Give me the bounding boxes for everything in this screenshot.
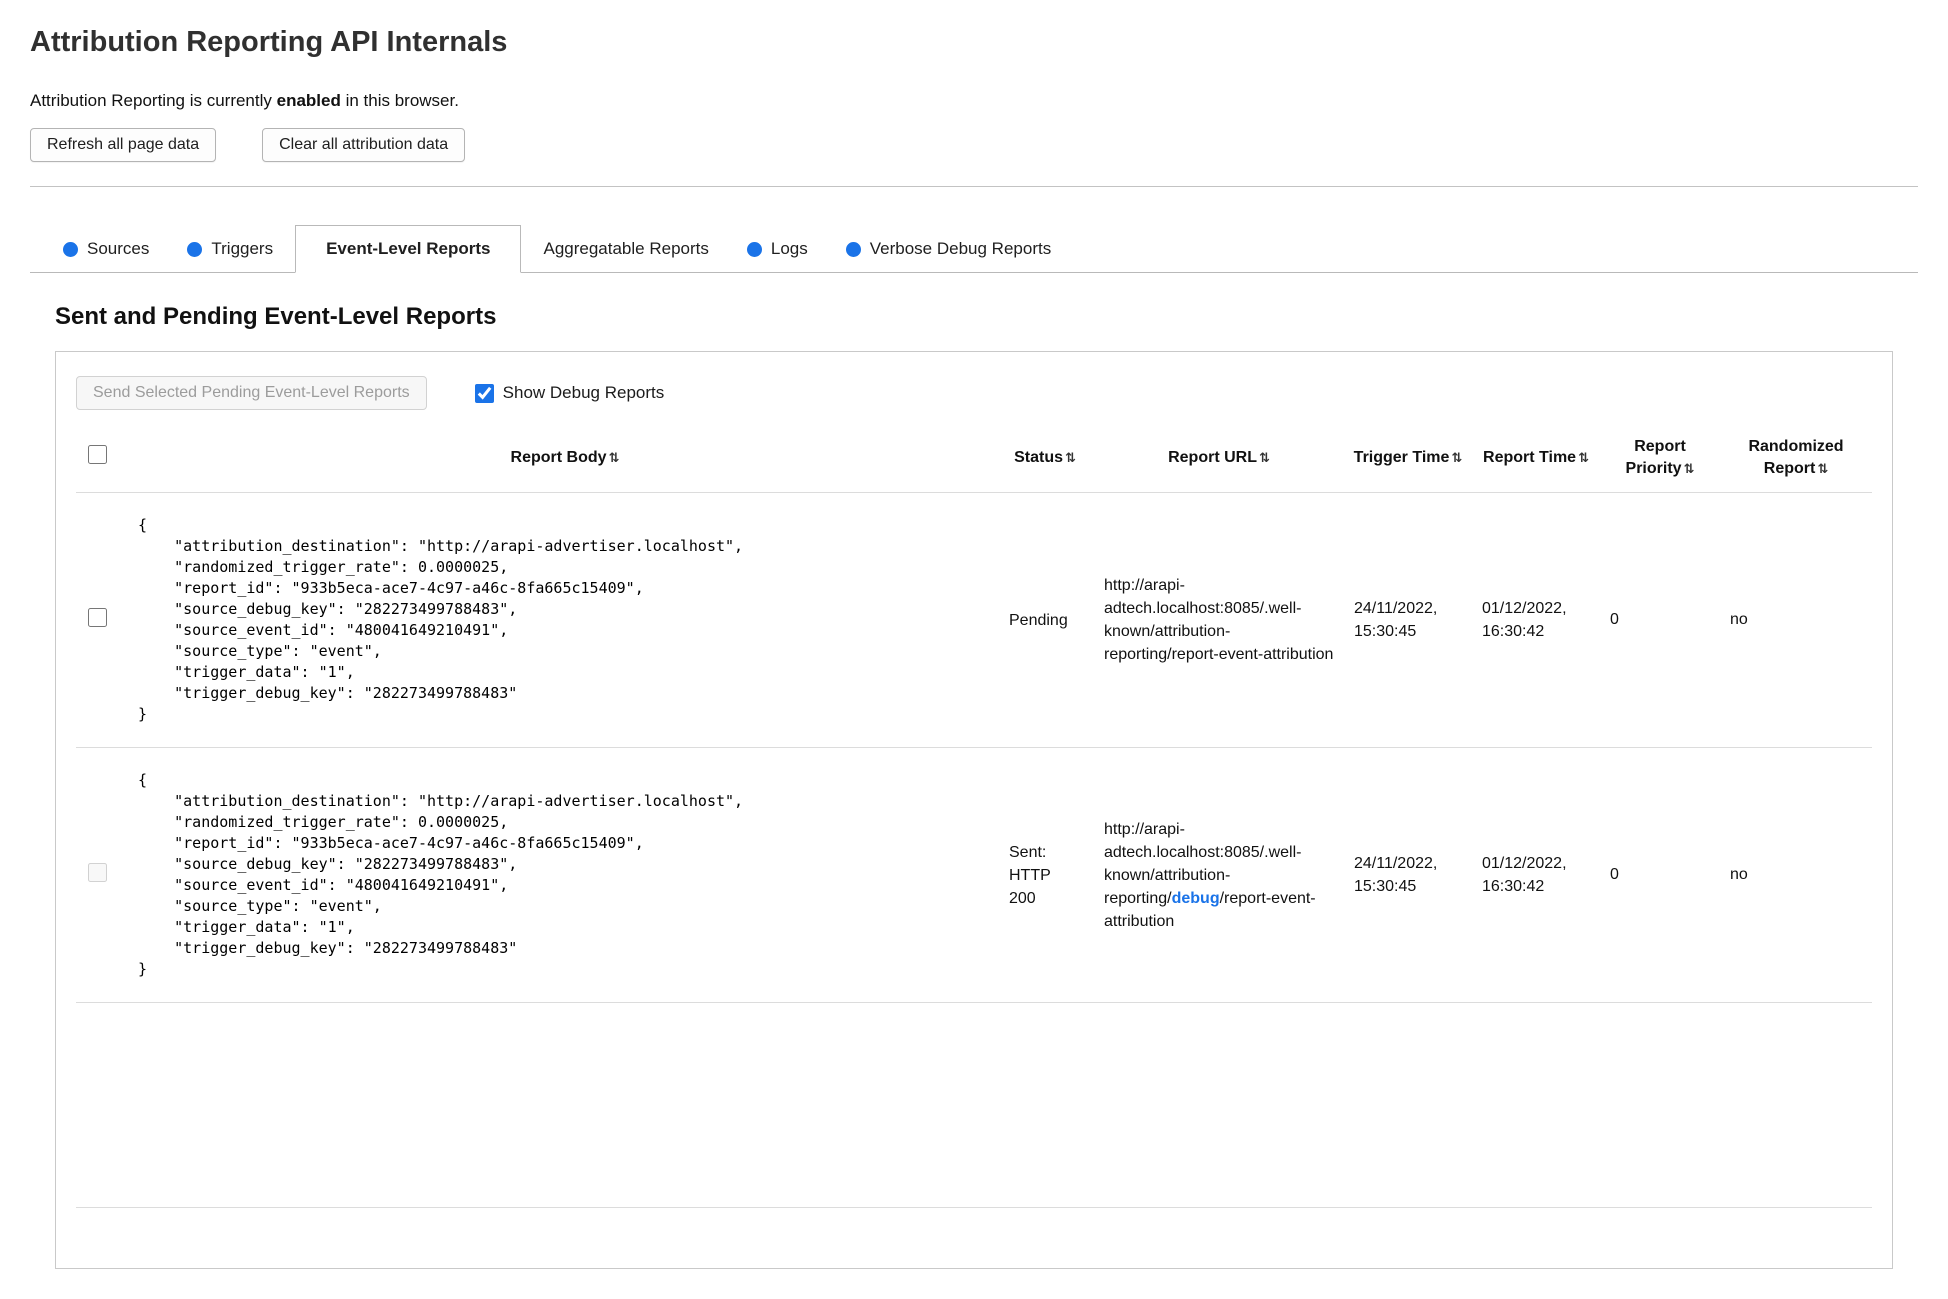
report-body-cell: { "attribution_destination": "http://ara…	[134, 493, 996, 748]
show-debug-reports-label: Show Debug Reports	[502, 383, 665, 402]
select-all-checkbox[interactable]	[88, 445, 107, 464]
event-level-reports-table: Report Body ⇅ Status ⇅ Report URL ⇅ Trigger…	[76, 424, 1872, 1208]
tab-aggregatable-reports[interactable]: Aggregatable Reports	[527, 226, 724, 272]
report-body-json: { "attribution_destination": "http://ara…	[138, 771, 744, 978]
table-empty-space	[76, 1002, 1872, 1208]
tabstrip: Sources Triggers Event-Level Reports Agg…	[30, 225, 1918, 273]
show-debug-reports-checkbox[interactable]	[474, 383, 494, 403]
status-enabled-text: enabled	[276, 91, 341, 110]
report-row-sent: { "attribution_destination": "http://ara…	[76, 747, 1872, 1003]
column-header-label: Status	[1014, 449, 1063, 466]
column-header-report-priority[interactable]: Report Priority ⇅	[1600, 424, 1720, 493]
page-title: Attribution Reporting API Internals	[30, 26, 508, 58]
sort-icon: ⇅	[1683, 461, 1695, 476]
attribution-internals-page: Attribution Reporting API Internals Attr…	[0, 0, 1948, 1299]
status-line: Attribution Reporting is currently enabl…	[30, 91, 1918, 111]
report-time-cell: 01/12/2022, 16:30:42	[1482, 855, 1567, 895]
send-selected-pending-reports-button[interactable]: Send Selected Pending Event-Level Report…	[76, 376, 427, 410]
column-header-report-url[interactable]: Report URL ⇅	[1094, 424, 1344, 493]
sort-icon: ⇅	[608, 450, 620, 465]
row-select-checkbox[interactable]	[88, 863, 107, 882]
sort-icon: ⇅	[1817, 461, 1829, 476]
clear-all-attribution-data-button[interactable]: Clear all attribution data	[262, 128, 466, 162]
tab-label: Triggers	[211, 239, 274, 258]
status-prefix: Attribution Reporting is currently	[30, 91, 277, 110]
sort-icon: ⇅	[1451, 450, 1463, 465]
column-header-randomized-report[interactable]: Randomized Report ⇅	[1720, 424, 1872, 493]
tab-label: Event-Level Reports	[326, 239, 491, 258]
tab-label: Aggregatable Reports	[543, 239, 709, 258]
tab-label: Verbose Debug Reports	[869, 239, 1052, 258]
report-url-cell: http://arapi-adtech.localhost:8085/.well…	[1094, 493, 1344, 748]
select-all-header-cell	[76, 424, 134, 493]
tab-status-dot-icon	[746, 241, 762, 257]
report-time-cell: 01/12/2022, 16:30:42	[1482, 600, 1567, 640]
toolbar: Refresh all page data Clear all attribut…	[30, 128, 1918, 162]
tab-status-dot-icon	[63, 241, 78, 257]
show-debug-reports-toggle[interactable]: Show Debug Reports	[474, 383, 665, 403]
report-url-text: http://arapi-adtech.localhost:8085/.well…	[1104, 577, 1334, 663]
status-cell: Sent: HTTP 200	[1009, 843, 1051, 907]
report-row-pending: { "attribution_destination": "http://ara…	[76, 492, 1872, 748]
tab-status-dot-icon	[845, 241, 861, 257]
debug-url-segment: debug	[1171, 889, 1220, 907]
column-header-trigger-time[interactable]: Trigger Time ⇅	[1344, 424, 1472, 493]
panel-controls: Send Selected Pending Event-Level Report…	[76, 376, 1872, 410]
section-heading: Sent and Pending Event-Level Reports	[55, 303, 497, 330]
column-header-label: Report Time	[1483, 449, 1577, 466]
report-body-json: { "attribution_destination": "http://ara…	[138, 516, 744, 723]
row-select-cell	[76, 748, 134, 1003]
column-header-label: Report Priority	[1625, 438, 1686, 477]
tab-event-level-reports[interactable]: Event-Level Reports	[295, 225, 522, 273]
tab-triggers[interactable]: Triggers	[171, 226, 289, 272]
report-url-cell: http://arapi-adtech.localhost:8085/.well…	[1094, 748, 1344, 1003]
status-suffix: in this browser.	[340, 91, 459, 110]
table-empty-space-cell	[76, 1003, 1872, 1208]
tab-sources[interactable]: Sources	[47, 226, 165, 272]
column-header-report-body[interactable]: Report Body ⇅	[134, 424, 996, 493]
randomized-report-cell: no	[1730, 611, 1748, 628]
column-header-label: Randomized Report	[1748, 438, 1844, 477]
tab-content: Sent and Pending Event-Level Reports Sen…	[30, 303, 1918, 1269]
trigger-time-cell: 24/11/2022, 15:30:45	[1354, 600, 1438, 640]
trigger-time-cell: 24/11/2022, 15:30:45	[1354, 855, 1438, 895]
report-body-cell: { "attribution_destination": "http://ara…	[134, 748, 996, 1003]
divider	[30, 186, 1918, 187]
randomized-report-cell: no	[1730, 866, 1748, 883]
column-header-report-time[interactable]: Report Time ⇅	[1472, 424, 1600, 493]
report-priority-cell: 0	[1610, 611, 1619, 628]
column-header-label: Report Body	[510, 449, 607, 466]
tab-label: Logs	[770, 239, 808, 258]
tab-logs[interactable]: Logs	[731, 226, 824, 272]
tab-status-dot-icon	[187, 241, 203, 257]
reports-panel: Send Selected Pending Event-Level Report…	[55, 351, 1893, 1269]
tab-verbose-debug-reports[interactable]: Verbose Debug Reports	[830, 226, 1067, 272]
sort-icon: ⇅	[1065, 450, 1076, 465]
report-priority-cell: 0	[1610, 866, 1619, 883]
sort-icon: ⇅	[1258, 450, 1270, 465]
column-header-label: Trigger Time	[1353, 449, 1450, 466]
row-select-checkbox[interactable]	[88, 608, 107, 627]
sort-icon: ⇅	[1578, 450, 1589, 465]
refresh-all-page-data-button[interactable]: Refresh all page data	[30, 128, 217, 162]
column-header-label: Report URL	[1168, 449, 1257, 466]
column-header-status[interactable]: Status ⇅	[996, 424, 1094, 493]
table-header-row: Report Body ⇅ Status ⇅ Report URL ⇅ Trigger…	[76, 424, 1872, 493]
tab-label: Sources	[87, 239, 150, 258]
row-select-cell	[76, 493, 134, 748]
status-cell: Pending	[1009, 611, 1068, 629]
